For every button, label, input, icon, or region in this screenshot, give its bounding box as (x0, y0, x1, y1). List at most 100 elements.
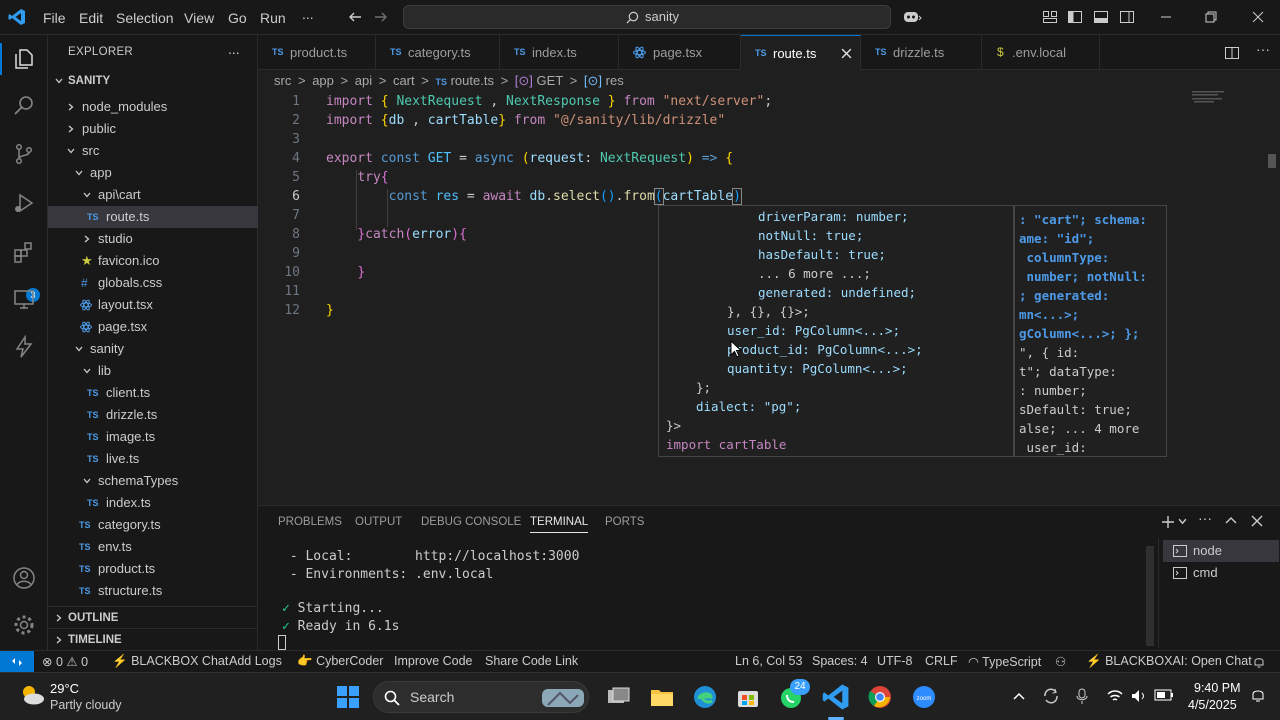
tree-item-api-cart[interactable]: api\cart (48, 184, 258, 206)
terminal-item-node[interactable]: node (1163, 540, 1279, 562)
customize-layout-icon[interactable] (1042, 9, 1058, 25)
terminal-scrollbar[interactable] (1146, 546, 1154, 646)
chevron-down-icon[interactable] (1178, 517, 1187, 526)
tree-item-image-ts[interactable]: TS image.ts (48, 426, 258, 448)
tab-category-ts[interactable]: TS category.ts (376, 35, 500, 70)
close-panel-icon[interactable] (1250, 514, 1264, 528)
menu-more[interactable]: ... (302, 6, 314, 22)
taskbar-search[interactable]: Search (373, 681, 589, 713)
maximize-panel-icon[interactable] (1224, 514, 1238, 528)
vscode-taskbar-icon[interactable] (822, 683, 850, 711)
tree-item-public[interactable]: public (48, 118, 258, 140)
search-view-icon[interactable] (12, 93, 36, 117)
end-of-line[interactable]: CRLF (925, 654, 958, 668)
chrome-icon[interactable] (866, 683, 894, 711)
close-window-icon[interactable] (1250, 9, 1266, 25)
menu-run[interactable]: Run (260, 10, 286, 26)
tree-item-page-tsx[interactable]: page.tsx (48, 316, 258, 338)
breadcrumb-res[interactable]: res (606, 73, 624, 88)
menu-selection[interactable]: Selection (116, 10, 174, 26)
tab-env-local[interactable]: $ .env.local (982, 35, 1100, 70)
editor-more-button[interactable]: ··· (1256, 41, 1270, 57)
tree-item-drizzle-ts[interactable]: TS drizzle.ts (48, 404, 258, 426)
source-control-icon[interactable] (12, 142, 36, 166)
split-editor-icon[interactable] (1224, 45, 1240, 61)
show-hidden-icons-chevron-icon[interactable] (1012, 691, 1026, 701)
panel-tab-debug-console[interactable]: DEBUG CONSOLE (421, 516, 521, 528)
outline-section[interactable]: OUTLINE (48, 606, 258, 628)
notifications-bell-icon[interactable] (1252, 655, 1266, 669)
tree-item-live-ts[interactable]: TS live.ts (48, 448, 258, 470)
workspace-root[interactable]: SANITY (48, 70, 258, 92)
tree-item-category-ts[interactable]: TS category.ts (48, 514, 258, 536)
tree-item-env-ts[interactable]: TS env.ts (48, 536, 258, 558)
panel-tab-ports[interactable]: PORTS (605, 516, 644, 528)
lightning-icon[interactable] (12, 335, 36, 359)
menu-file[interactable]: File (43, 10, 66, 26)
toggle-secondary-sidebar-icon[interactable] (1119, 9, 1135, 25)
wifi-icon[interactable] (1106, 687, 1124, 705)
tree-item-schematypes[interactable]: schemaTypes (48, 470, 258, 492)
tree-item-favicon[interactable]: ★ favicon.ico (48, 250, 258, 272)
toggle-primary-sidebar-icon[interactable] (1067, 9, 1083, 25)
cursor-position[interactable]: Ln 6, Col 53 (735, 654, 802, 668)
menu-go[interactable]: Go (228, 10, 247, 26)
remote-indicator[interactable] (0, 651, 34, 673)
sync-icon[interactable] (1042, 687, 1060, 705)
tree-item-sanity[interactable]: sanity (48, 338, 258, 360)
improve-code[interactable]: Improve Code (394, 654, 473, 668)
clock-date[interactable]: 4/5/2025 (1188, 698, 1237, 712)
problems-status[interactable]: ⊗ 0 ⚠ 0 (42, 654, 88, 669)
breadcrumb-cart[interactable]: cart (393, 73, 415, 88)
tree-item-lib[interactable]: lib (48, 360, 258, 382)
tree-item-src[interactable]: src (48, 140, 258, 162)
tree-item-structure-ts[interactable]: TS structure.ts (48, 580, 258, 602)
tab-product-ts[interactable]: TS product.ts (258, 35, 376, 70)
tree-item-layout-tsx[interactable]: layout.tsx (48, 294, 258, 316)
extensions-icon[interactable] (12, 240, 36, 264)
copilot-status-icon[interactable]: ⚇ (1055, 654, 1066, 669)
breadcrumb-src[interactable]: src (274, 73, 291, 88)
panel-tab-output[interactable]: OUTPUT (355, 516, 402, 528)
editor-scrollbar[interactable] (1268, 154, 1276, 168)
tree-item-studio[interactable]: studio (48, 228, 258, 250)
share-code-link[interactable]: Share Code Link (485, 654, 578, 668)
microphone-icon[interactable] (1073, 687, 1091, 705)
menu-edit[interactable]: Edit (79, 10, 103, 26)
command-center-search[interactable]: sanity (403, 5, 891, 29)
tab-drizzle-ts[interactable]: TS drizzle.ts (861, 35, 982, 70)
copilot-icon[interactable] (902, 9, 922, 25)
minimize-icon[interactable] (1158, 9, 1174, 25)
indentation[interactable]: Spaces: 4 (812, 654, 868, 668)
explorer-icon[interactable] (12, 47, 36, 71)
panel-more-button[interactable]: ··· (1198, 510, 1212, 526)
weather-temp[interactable]: 29°C (50, 681, 79, 696)
breadcrumb-app[interactable]: app (312, 73, 334, 88)
zoom-icon[interactable]: zoom (910, 683, 938, 711)
edge-browser-icon[interactable] (691, 683, 719, 711)
tab-index-ts[interactable]: TS index.ts (500, 35, 619, 70)
language-mode[interactable]: ◠ TypeScript (968, 654, 1041, 669)
tree-item-node-modules[interactable]: node_modules (48, 96, 258, 118)
tab-page-tsx[interactable]: page.tsx (619, 35, 741, 70)
file-explorer-icon[interactable] (648, 683, 676, 711)
panel-tab-terminal[interactable]: TERMINAL (530, 516, 589, 533)
minimap[interactable] (1192, 90, 1232, 104)
timeline-section[interactable]: TIMELINE (48, 628, 258, 650)
windows-start-icon[interactable] (334, 683, 362, 711)
clock-time[interactable]: 9:40 PM (1194, 681, 1241, 695)
encoding[interactable]: UTF-8 (877, 654, 912, 668)
microsoft-store-icon[interactable] (734, 683, 762, 711)
cybercoder[interactable]: 👉 CyberCoder (297, 654, 383, 669)
tree-item-product-ts[interactable]: TS product.ts (48, 558, 258, 580)
weather-desc[interactable]: Partly cloudy (50, 698, 122, 712)
menu-view[interactable]: View (184, 10, 214, 26)
breadcrumb-api[interactable]: api (355, 73, 372, 88)
back-arrow-icon[interactable] (347, 9, 363, 25)
run-debug-icon[interactable] (12, 191, 36, 215)
breadcrumb-file[interactable]: route.ts (451, 73, 494, 88)
notification-center-icon[interactable] (1250, 687, 1266, 705)
tree-item-route-ts[interactable]: TS route.ts (48, 206, 258, 228)
volume-icon[interactable] (1130, 687, 1148, 705)
tree-item-globals-css[interactable]: # globals.css (48, 272, 258, 294)
